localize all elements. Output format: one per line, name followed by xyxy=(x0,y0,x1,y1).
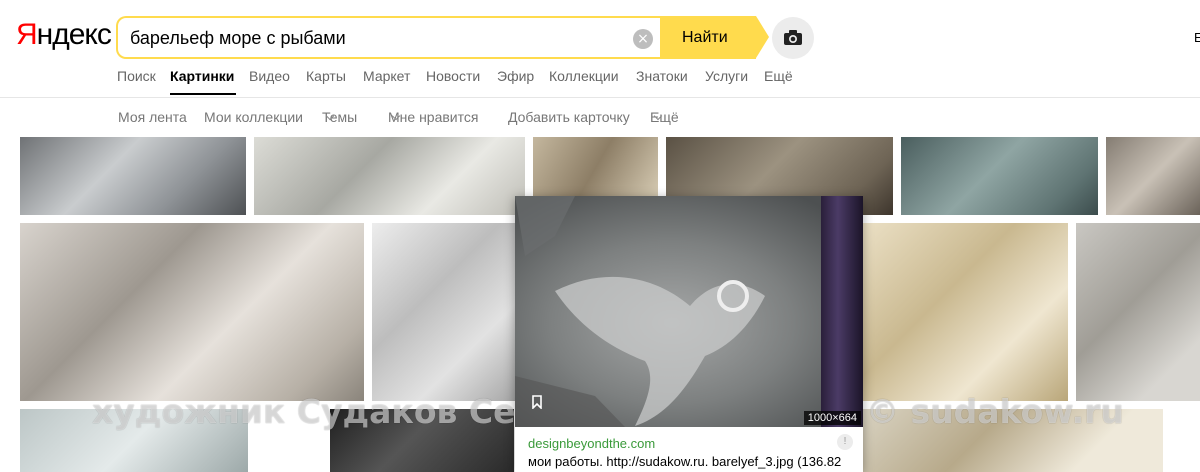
image-result[interactable] xyxy=(372,223,515,401)
find-button[interactable]: Найти xyxy=(660,16,769,59)
active-tab-underline xyxy=(170,93,236,95)
watermark-text: © sudakow.ru xyxy=(866,392,1124,431)
tab-news[interactable]: Новости xyxy=(426,68,480,84)
subnav-my-collections[interactable]: Мои коллекции xyxy=(204,109,303,125)
image-result[interactable] xyxy=(533,137,658,199)
image-result[interactable] xyxy=(901,137,1098,215)
image-result[interactable] xyxy=(254,137,525,215)
manta-relief-illustration xyxy=(515,196,765,427)
search-form: барельеф море с рыбами × Найти xyxy=(116,16,769,59)
header-divider xyxy=(0,97,1200,98)
image-search-button[interactable] xyxy=(772,17,814,59)
image-result[interactable] xyxy=(20,223,364,401)
image-result[interactable] xyxy=(863,223,1068,401)
tab-efir[interactable]: Эфир xyxy=(497,68,534,84)
clear-icon[interactable]: × xyxy=(633,29,653,49)
tab-maps[interactable]: Карты xyxy=(306,68,346,84)
subnav-likes[interactable]: Мне нравится xyxy=(388,109,478,125)
subnav-themes[interactable]: Темы xyxy=(322,109,357,125)
image-result[interactable] xyxy=(1076,223,1200,401)
tab-market[interactable]: Маркет xyxy=(363,68,410,84)
preview-image[interactable]: 1000×664 xyxy=(515,196,863,427)
tab-collections[interactable]: Коллекции xyxy=(549,68,619,84)
image-preview-card[interactable]: 1000×664 designbeyondthe.com ! мои работ… xyxy=(515,196,863,472)
image-caption[interactable]: мои работы. http://sudakow.ru. barelyef_… xyxy=(528,454,858,469)
yandex-logo[interactable]: Яндекс xyxy=(16,18,112,52)
subnav-add-card[interactable]: Добавить карточку xyxy=(508,109,630,125)
tab-search[interactable]: Поиск xyxy=(117,68,156,84)
logo-first-letter: Я xyxy=(16,18,38,51)
camera-icon xyxy=(784,30,802,45)
image-size-badge: 1000×664 xyxy=(803,411,861,425)
tab-services[interactable]: Услуги xyxy=(705,68,748,84)
login-link-fragment[interactable]: Е xyxy=(1194,30,1200,45)
tab-more[interactable]: Ещё xyxy=(764,68,793,84)
info-icon[interactable]: ! xyxy=(837,434,853,450)
logo-rest: ндекс xyxy=(36,18,112,51)
window-curtain xyxy=(821,196,863,427)
tab-video[interactable]: Видео xyxy=(249,68,290,84)
tab-experts[interactable]: Знатоки xyxy=(636,68,688,84)
subnav-my-feed[interactable]: Моя лента xyxy=(118,109,187,125)
image-result[interactable] xyxy=(20,137,246,215)
subnav-more[interactable]: Ещё xyxy=(650,109,679,125)
source-domain-link[interactable]: designbeyondthe.com xyxy=(528,436,655,451)
tab-images[interactable]: Картинки xyxy=(170,68,234,84)
image-result[interactable] xyxy=(1106,137,1200,215)
search-query-text: барельеф море с рыбами xyxy=(130,28,346,48)
bookmark-icon[interactable] xyxy=(532,395,542,409)
search-input[interactable]: барельеф море с рыбами × xyxy=(116,16,664,59)
subnav-likes-label: Мне нравится xyxy=(388,109,479,125)
